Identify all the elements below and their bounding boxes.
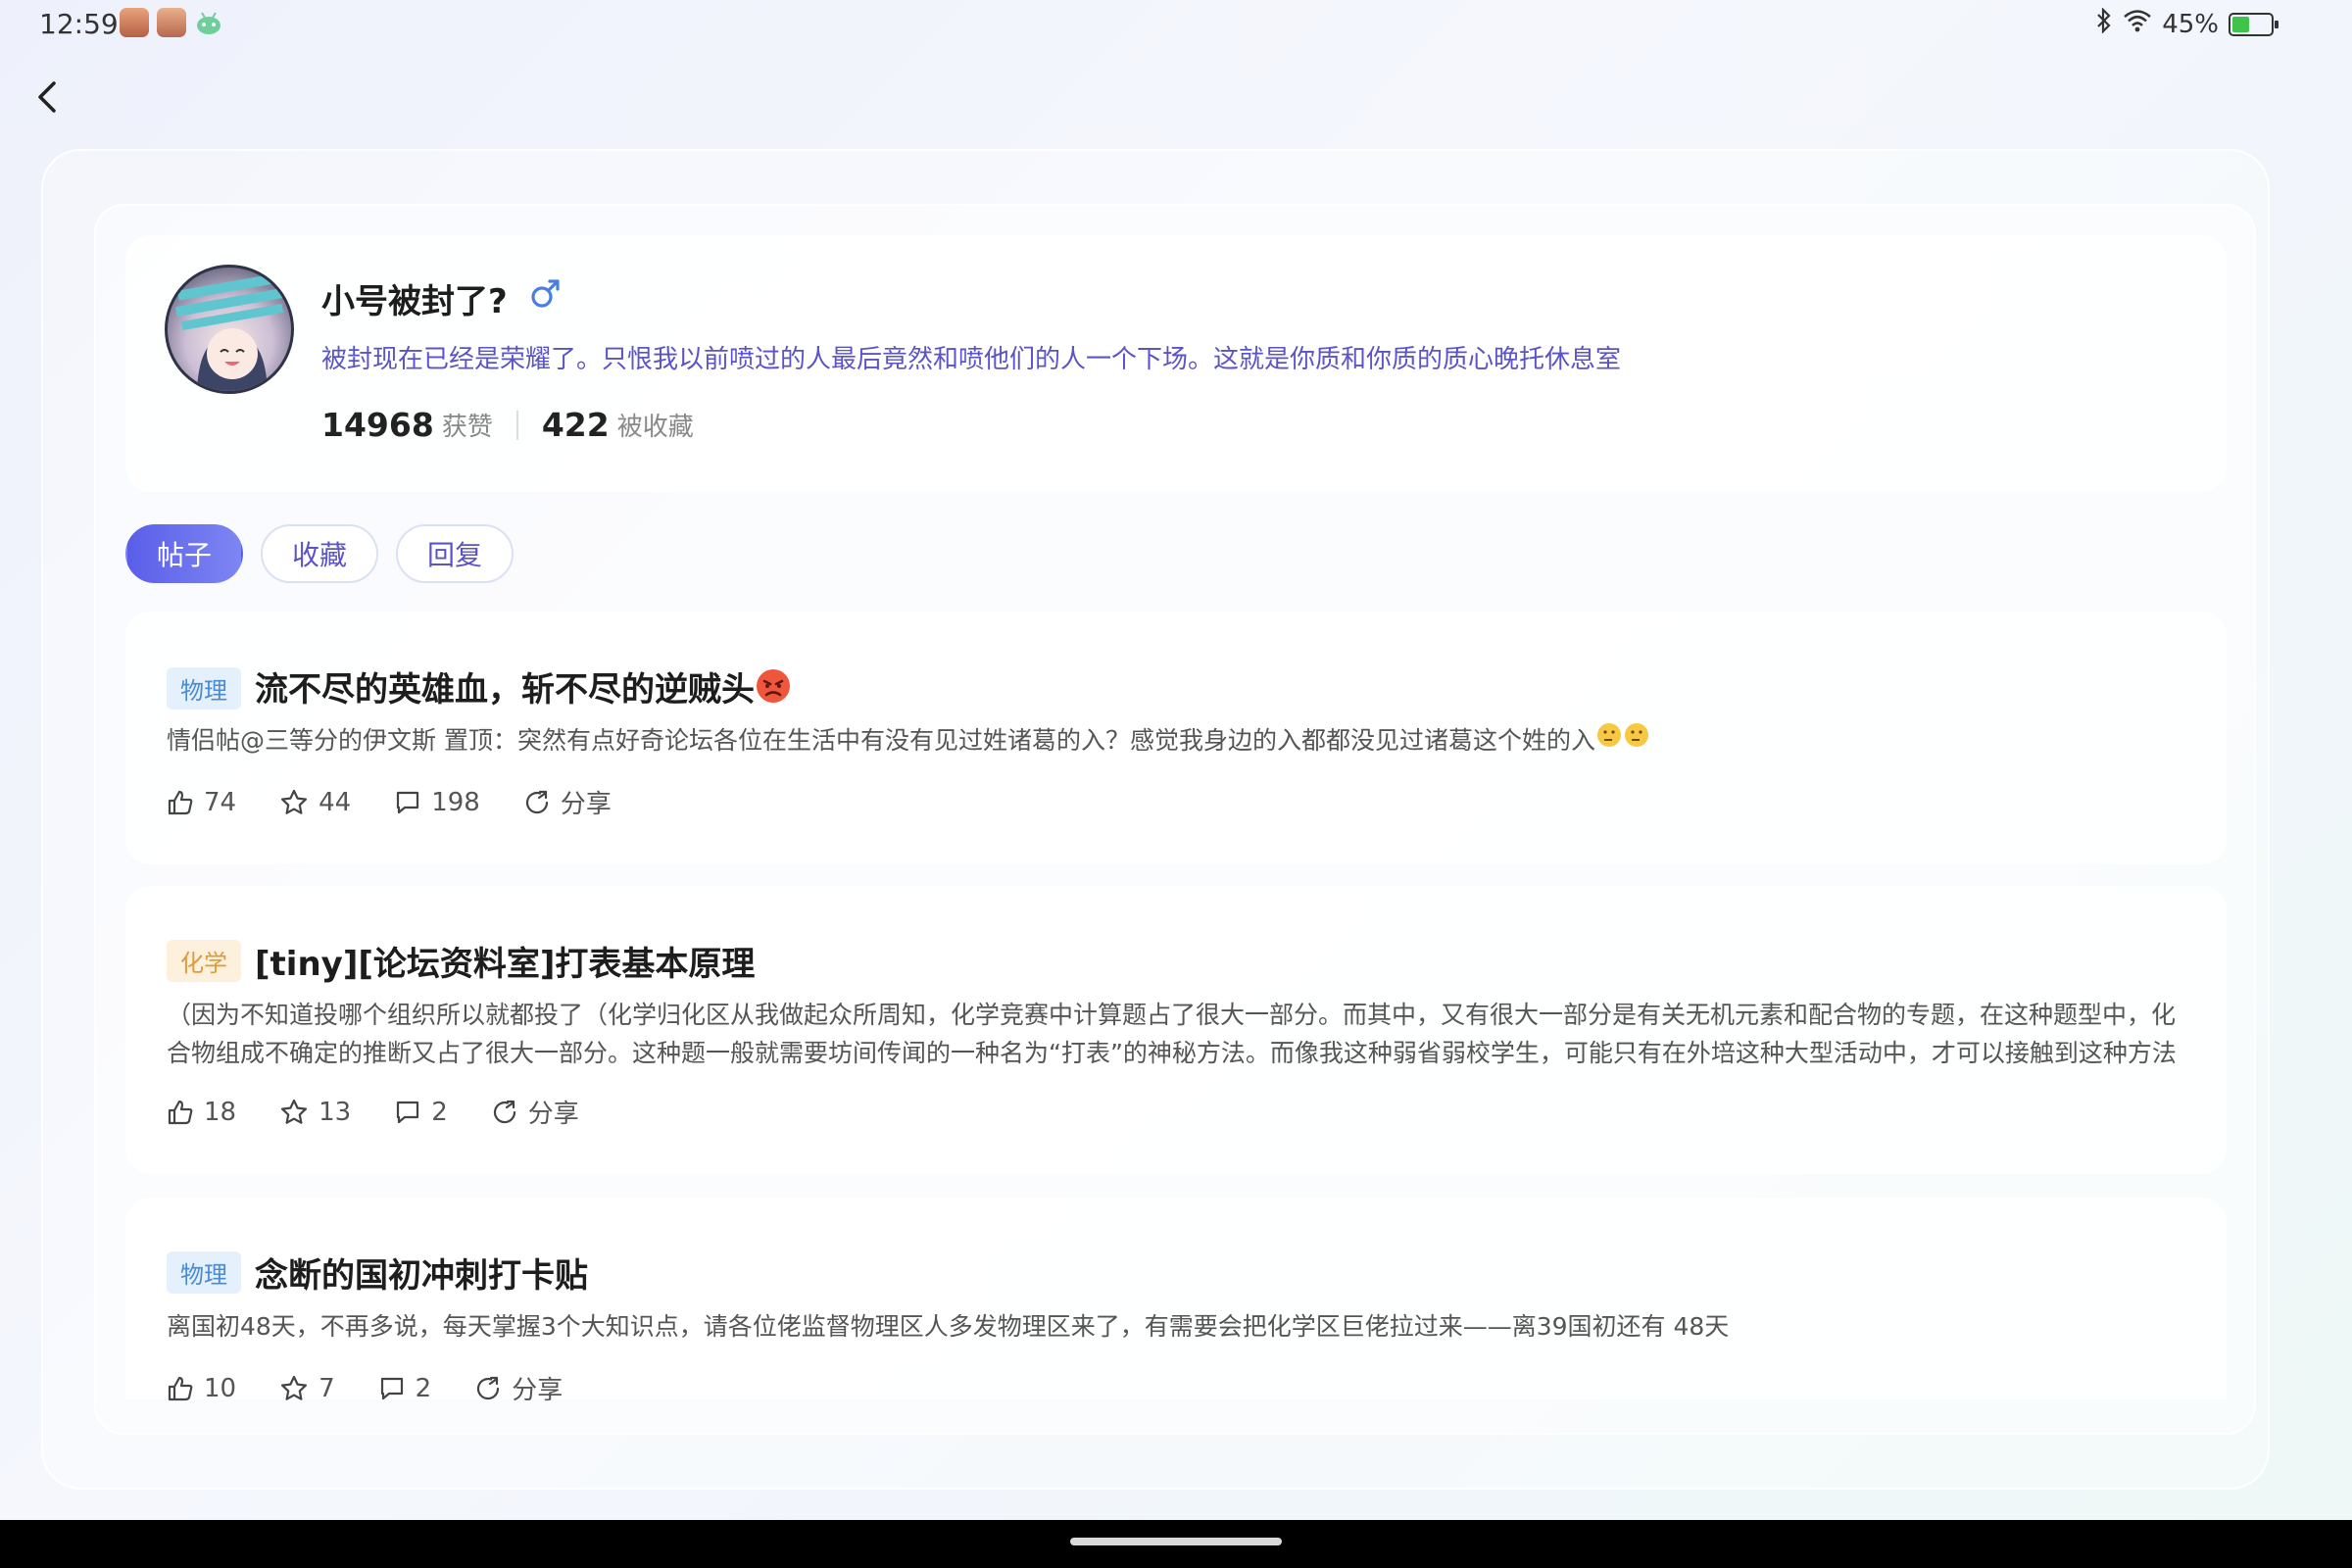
- post-actions: 18 13 2 分享: [167, 1094, 622, 1130]
- wifi-icon: [2123, 9, 2152, 39]
- star-icon: [280, 789, 308, 814]
- post-actions: 74 44 198 分享: [167, 784, 655, 820]
- share-button[interactable]: 分享: [523, 784, 612, 820]
- share-button[interactable]: 分享: [474, 1370, 563, 1406]
- tab-posts[interactable]: 帖子: [125, 524, 244, 583]
- app-notification-icon: [120, 8, 149, 37]
- back-button[interactable]: [35, 73, 71, 122]
- post-tag[interactable]: 物理: [167, 666, 241, 710]
- favorite-count: 13: [318, 1097, 352, 1127]
- comment-icon: [397, 791, 419, 813]
- angry-emoji-icon: [755, 667, 792, 713]
- star-icon: [280, 1375, 308, 1400]
- like-count: 74: [204, 787, 237, 817]
- post-tag[interactable]: 化学: [167, 940, 241, 982]
- user-bio: 被封现在已经是荣耀了。只恨我以前喷过的人最后竟然和喷他们的人一个下场。这就是你质…: [321, 345, 1622, 374]
- tab-replies[interactable]: 回复: [396, 524, 514, 583]
- bluetooth-icon: [2095, 7, 2113, 40]
- like-button[interactable]: 74: [167, 788, 236, 817]
- battery-icon: [2229, 12, 2278, 36]
- share-label: 分享: [512, 1376, 564, 1405]
- like-button[interactable]: 10: [167, 1374, 236, 1403]
- system-nav-bar: [0, 1520, 2352, 1568]
- thumbs-up-icon: [168, 790, 193, 814]
- post-header: 物理 流不尽的英雄血，斩不尽的逆贼头: [167, 662, 792, 713]
- favorite-count: 7: [318, 1373, 335, 1403]
- post-card[interactable]: 物理 流不尽的英雄血，斩不尽的逆贼头 情侣帖@三等分的伊文斯 置顶：突然有点好奇…: [125, 612, 2227, 864]
- tab-favorites[interactable]: 收藏: [261, 524, 379, 583]
- post-card[interactable]: 物理 念断的国初冲刺打卡贴 离国初48天，不再多说，每天掌握3个大知识点，请各位…: [125, 1198, 2227, 1405]
- share-icon: [477, 1376, 500, 1399]
- status-right: 45%: [2095, 7, 2278, 40]
- post-excerpt: 离国初48天，不再多说，每天掌握3个大知识点，请各位佬监督物理区人多发物理区来了…: [167, 1312, 1730, 1341]
- status-bar: 12:59 45%: [0, 0, 2352, 49]
- like-count: 18: [204, 1097, 237, 1127]
- post-excerpt: 情侣帖@三等分的伊文斯 置顶：突然有点好奇论坛各位在生活中有没有见过姓诸葛的入？…: [167, 721, 2185, 760]
- share-button[interactable]: 分享: [491, 1094, 579, 1130]
- thinking-emoji-icon: [1595, 723, 1650, 755]
- chevron-left-icon: [38, 81, 56, 113]
- thumbs-up-icon: [168, 1100, 193, 1124]
- comment-icon: [397, 1101, 419, 1123]
- battery-percent: 45%: [2162, 9, 2219, 39]
- post-header: 化学 [tiny][论坛资料室]打表基本原理: [167, 937, 755, 985]
- post-title[interactable]: 流不尽的英雄血，斩不尽的逆贼头: [255, 662, 792, 713]
- likes-count: 14968: [321, 406, 434, 444]
- favorite-button[interactable]: 13: [279, 1098, 351, 1127]
- post-actions: 10 7 2 分享: [167, 1370, 606, 1406]
- post-card[interactable]: 化学 [tiny][论坛资料室]打表基本原理 （因为不知道投哪个组织所以就都投了…: [125, 886, 2227, 1174]
- divider: [515, 410, 518, 440]
- post-tag[interactable]: 物理: [167, 1251, 241, 1294]
- favorite-count: 44: [318, 787, 352, 817]
- comment-button[interactable]: 198: [394, 788, 480, 817]
- avatar[interactable]: [165, 265, 294, 394]
- male-icon: [529, 276, 563, 314]
- comment-count: 2: [431, 1097, 448, 1127]
- favorites-label: 被收藏: [616, 413, 694, 442]
- username: 小号被封了?: [321, 282, 508, 321]
- share-label: 分享: [527, 1100, 579, 1129]
- notification-icons: [120, 8, 223, 37]
- favorite-button[interactable]: 7: [279, 1374, 335, 1403]
- post-title[interactable]: [tiny][论坛资料室]打表基本原理: [255, 937, 755, 985]
- comment-count: 198: [431, 787, 480, 817]
- like-count: 10: [204, 1373, 237, 1403]
- status-time: 12:59: [39, 8, 119, 40]
- android-icon: [194, 8, 223, 37]
- profile-tabs: 帖子 收藏 回复: [125, 524, 514, 583]
- share-icon: [493, 1100, 515, 1123]
- share-label: 分享: [560, 790, 612, 819]
- post-title[interactable]: 念断的国初冲刺打卡贴: [255, 1249, 588, 1297]
- likes-label: 获赞: [441, 413, 493, 442]
- post-excerpt: （因为不知道投哪个组织所以就都投了（化学归化区从我做起众所周知，化学竞赛中计算题…: [167, 1001, 2177, 1067]
- share-icon: [525, 790, 548, 813]
- battery-level: [2232, 16, 2250, 32]
- favorites-count: 422: [541, 406, 610, 444]
- favorite-button[interactable]: 44: [279, 788, 351, 817]
- profile-card: 小号被封了? 被封现在已经是荣耀了。只恨我以前喷过的人最后竟然和喷他们的人一个下…: [125, 235, 2227, 492]
- comment-icon: [380, 1377, 403, 1399]
- user-stats: 14968 获赞 422 被收藏: [321, 406, 694, 444]
- comment-button[interactable]: 2: [378, 1373, 432, 1403]
- like-button[interactable]: 18: [167, 1098, 236, 1127]
- home-indicator[interactable]: [1070, 1538, 1282, 1545]
- comment-button[interactable]: 2: [394, 1098, 448, 1127]
- star-icon: [280, 1099, 308, 1124]
- thumbs-up-icon: [168, 1376, 193, 1400]
- post-header: 物理 念断的国初冲刺打卡贴: [167, 1249, 588, 1297]
- comment-count: 2: [415, 1373, 432, 1403]
- app-notification-icon: [157, 8, 186, 37]
